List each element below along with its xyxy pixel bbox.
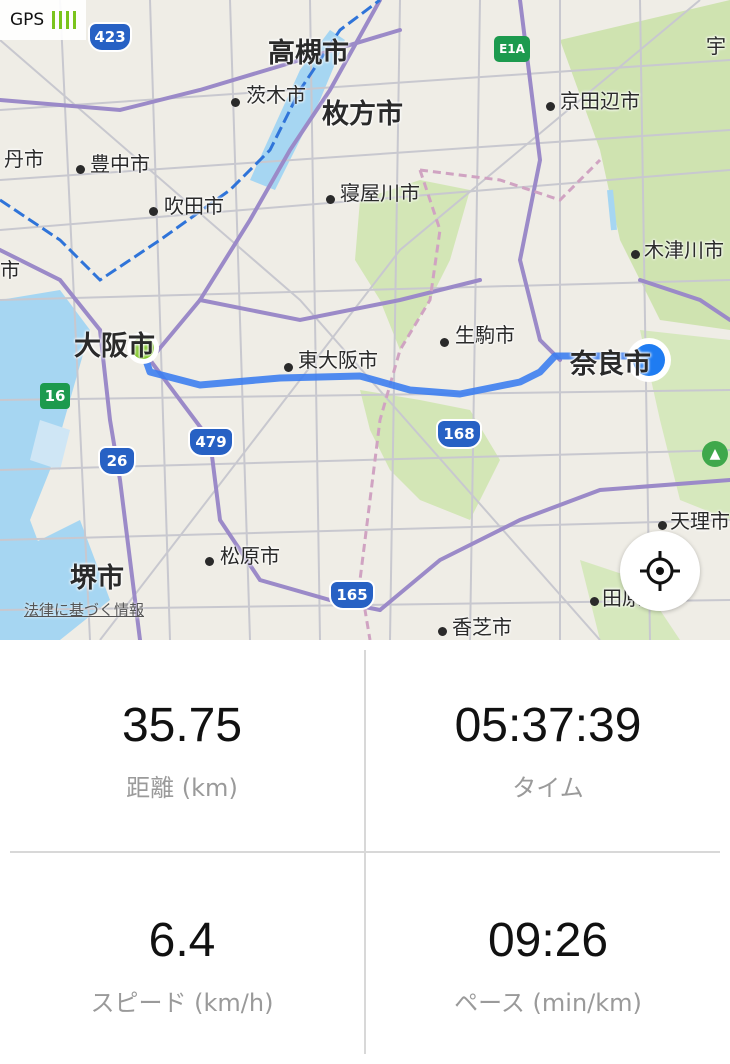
route-shield-423: 423 bbox=[88, 22, 132, 52]
city-dot bbox=[205, 557, 214, 566]
city-label: 木津川市 bbox=[644, 238, 724, 262]
city-label: 奈良市 bbox=[570, 349, 651, 380]
route-shield-e1a: E1A bbox=[494, 36, 530, 62]
city-label: 京田辺市 bbox=[560, 89, 640, 113]
legal-link[interactable]: 法律に基づく情報 bbox=[24, 599, 144, 620]
city-label: 寝屋川市 bbox=[340, 181, 420, 205]
distance-stat: 35.75 距離 (km) bbox=[0, 702, 364, 803]
city-label: 生駒市 bbox=[455, 323, 515, 347]
city-dot bbox=[76, 165, 85, 174]
city-label: 松原市 bbox=[220, 544, 280, 568]
city-label: 丹市 bbox=[4, 147, 44, 171]
route-shield-16: 16 bbox=[40, 383, 70, 409]
city-dot bbox=[440, 338, 449, 347]
city-label: 大阪市 bbox=[74, 331, 155, 362]
city-dot bbox=[590, 597, 599, 606]
city-dot bbox=[326, 195, 335, 204]
city-dot bbox=[631, 250, 640, 259]
gps-status: GPS bbox=[0, 0, 87, 40]
pace-stat: 09:26 ペース (min/km) bbox=[366, 917, 730, 1018]
city-label: 宇 bbox=[706, 34, 726, 58]
city-dot bbox=[231, 98, 240, 107]
park-icon: ▲ bbox=[702, 441, 728, 467]
city-label: 豊中市 bbox=[90, 152, 150, 176]
city-dot bbox=[149, 207, 158, 216]
city-label: 香芝市 bbox=[452, 615, 512, 639]
speed-stat: 6.4 スピード (km/h) bbox=[0, 917, 364, 1018]
crosshair-icon bbox=[640, 551, 680, 591]
time-label: タイム bbox=[512, 774, 584, 802]
city-label: 吹田市 bbox=[164, 194, 224, 218]
pace-label: ペース (min/km) bbox=[454, 989, 642, 1017]
city-label: 茨木市 bbox=[246, 83, 306, 107]
route-map[interactable]: GPS 高槻市 枚方市 茨木市 京田辺市 丹市 豊中市 吹田市 寝屋川市 木津川… bbox=[0, 0, 730, 640]
city-label: 天理市 bbox=[670, 509, 730, 533]
time-value: 05:37:39 bbox=[454, 699, 642, 752]
city-dot bbox=[658, 521, 667, 530]
distance-label: 距離 (km) bbox=[126, 774, 238, 802]
city-dot bbox=[546, 102, 555, 111]
distance-value: 35.75 bbox=[121, 699, 243, 752]
route-shield-165: 165 bbox=[329, 580, 375, 610]
speed-value: 6.4 bbox=[148, 914, 216, 967]
city-label: 東大阪市 bbox=[298, 348, 378, 372]
gps-label: GPS bbox=[10, 10, 45, 30]
city-dot bbox=[284, 363, 293, 372]
pace-value: 09:26 bbox=[487, 914, 609, 967]
speed-label: スピード (km/h) bbox=[90, 989, 274, 1017]
route-track bbox=[139, 348, 644, 398]
city-dot bbox=[438, 627, 447, 636]
workout-stats: 35.75 距離 (km) 05:37:39 タイム 6.4 スピード (km/… bbox=[0, 640, 730, 1064]
route-shield-479: 479 bbox=[188, 427, 234, 457]
city-label: 枚方市 bbox=[322, 99, 403, 130]
divider bbox=[10, 851, 720, 853]
route-shield-26: 26 bbox=[98, 446, 136, 476]
locate-me-button[interactable] bbox=[620, 531, 700, 611]
city-label: 堺市 bbox=[70, 563, 124, 594]
gps-signal-icon bbox=[52, 11, 77, 29]
time-stat: 05:37:39 タイム bbox=[366, 702, 730, 803]
city-label: 市 bbox=[0, 258, 20, 282]
route-shield-168: 168 bbox=[436, 419, 482, 449]
city-label: 高槻市 bbox=[268, 38, 349, 69]
